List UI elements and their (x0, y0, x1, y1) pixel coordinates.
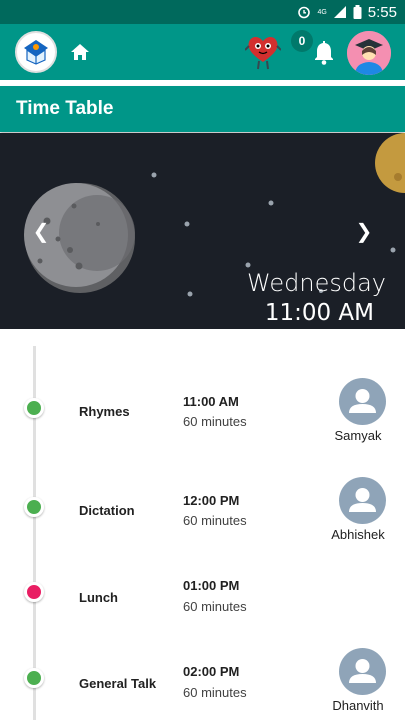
notification-count-badge[interactable]: 0 (291, 30, 313, 52)
title-band: Time Table (0, 86, 405, 132)
duration-label: 60 minutes (183, 685, 247, 700)
page-title: Time Table (16, 98, 114, 119)
app-logo-icon[interactable] (15, 31, 57, 73)
status-dot (24, 398, 44, 418)
teacher-avatar[interactable] (339, 378, 386, 425)
time-label: 01:00 PM (183, 578, 240, 593)
next-day-icon[interactable]: ❯ (352, 219, 376, 243)
time-label: 02:00 PM (183, 664, 240, 679)
time-label: 12:00 PM (183, 493, 240, 508)
teacher-name: Abhishek (331, 527, 385, 542)
day-time-banner: ❮ ❯ Wednesday 11:00 AM (0, 133, 405, 329)
signal-icon (333, 6, 346, 18)
time-label: 11:00 AM (183, 394, 239, 409)
profile-avatar[interactable] (347, 31, 391, 75)
duration-label: 60 minutes (183, 599, 247, 614)
home-icon[interactable] (68, 40, 92, 64)
bell-icon[interactable] (312, 40, 336, 66)
status-bar: 4G 5:55 (0, 0, 405, 24)
subject-label: Lunch (79, 590, 118, 605)
teacher-name: Dhanvith (332, 698, 384, 713)
network-type: 4G (317, 8, 327, 16)
previous-day-icon[interactable]: ❮ (29, 219, 53, 243)
teacher-avatar[interactable] (339, 477, 386, 524)
battery-icon (353, 5, 362, 19)
status-dot (24, 582, 44, 602)
status-dot (24, 497, 44, 517)
teacher-avatar[interactable] (339, 648, 386, 695)
teacher-name: Samyak (334, 428, 382, 443)
subject-label: Rhymes (79, 404, 130, 419)
subject-label: Dictation (79, 503, 135, 518)
alarm-icon (298, 6, 311, 19)
duration-label: 60 minutes (183, 513, 247, 528)
banner-time: 11:00 AM (264, 300, 374, 326)
duration-label: 60 minutes (183, 414, 247, 429)
status-icons: 4G 5:55 (297, 0, 397, 24)
app-bar: 0 (0, 24, 405, 80)
heart-mascot-icon[interactable] (244, 32, 282, 72)
banner-day: Wednesday (247, 269, 386, 297)
status-time: 5:55 (367, 3, 397, 21)
subject-label: General Talk (79, 676, 157, 691)
status-dot (24, 668, 44, 688)
